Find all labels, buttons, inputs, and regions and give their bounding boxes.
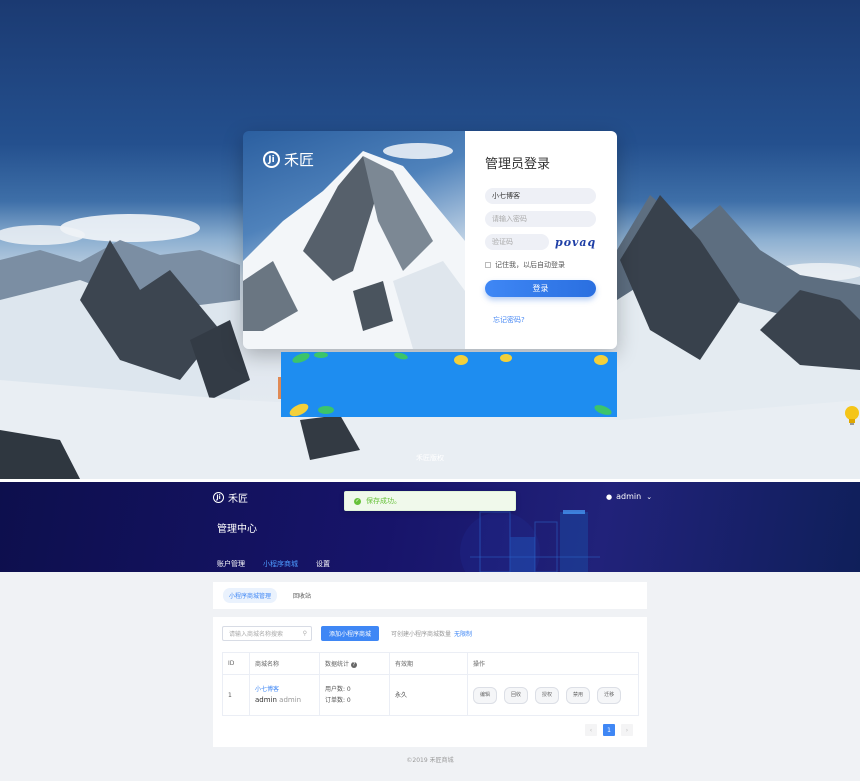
help-icon[interactable]: ? — [350, 662, 357, 668]
cell-stats: 用户数: 0 订单数: 0 — [319, 674, 390, 716]
authorize-button[interactable]: 授权 — [535, 686, 560, 704]
search-input[interactable]: 请输入商城名称搜索 ⚲ — [222, 626, 312, 641]
forgot-password-link[interactable]: 忘记密码? — [493, 315, 597, 325]
password-input[interactable] — [485, 211, 596, 227]
disable-button[interactable]: 禁用 — [566, 686, 591, 704]
mall-table: ID 商城名称 数据统计 ? 有效期 操作 1 小七博客 admin admin… — [222, 652, 639, 716]
table-row: 1 小七博客 admin admin 用户数: 0 订单数: 0 永久 编辑 回… — [222, 674, 639, 716]
table-header-row: ID 商城名称 数据统计 ? 有效期 操作 — [222, 652, 639, 675]
brand-logo: Ji 禾匠 — [263, 149, 314, 170]
col-header-actions: 操作 — [467, 652, 639, 675]
page-number-current[interactable]: 1 — [603, 724, 615, 736]
captcha-row: povaq — [485, 234, 597, 250]
ad-banner[interactable] — [281, 352, 617, 417]
quota-info: 可创建小程序商城数量 无限制 — [391, 629, 472, 638]
username-input[interactable] — [485, 188, 596, 204]
col-header-expiry: 有效期 — [389, 652, 468, 675]
main-nav: 账户管理 小程序商城 设置 — [217, 559, 348, 572]
admin-brand-name: 禾匠 — [228, 494, 248, 505]
col-header-stats: 数据统计 ? — [319, 652, 390, 675]
brand-logo-icon: Ji — [213, 492, 224, 503]
next-page-button[interactable]: › — [621, 724, 633, 736]
mall-name-link[interactable]: 小七博客 — [255, 684, 314, 695]
username: admin — [616, 492, 642, 501]
cell-expiry: 永久 — [389, 674, 468, 716]
cell-actions: 编辑 回收 授权 禁用 迁移 — [467, 674, 639, 716]
login-button[interactable]: 登录 — [485, 280, 596, 297]
quota-label: 可创建小程序商城数量 — [391, 631, 452, 638]
user-menu[interactable]: ● admin ⌄ — [606, 492, 652, 501]
login-card: Ji 禾匠 管理员登录 povaq 记住我，以后自动登录 登录 忘记密码? — [243, 131, 617, 349]
nav-item-mini-program-mall[interactable]: 小程序商城 — [263, 559, 298, 572]
mall-owner: admin admin — [255, 696, 301, 704]
nav-item-account[interactable]: 账户管理 — [217, 559, 245, 572]
user-icon: ● — [606, 492, 613, 501]
login-hero-image: Ji 禾匠 — [243, 131, 465, 349]
chevron-down-icon: ⌄ — [646, 492, 653, 501]
user-count: 用户数: 0 — [325, 686, 351, 693]
remember-checkbox[interactable] — [485, 262, 491, 268]
edit-button[interactable]: 编辑 — [473, 686, 498, 704]
page-title: 管理中心 — [217, 524, 257, 535]
login-title: 管理员登录 — [485, 157, 551, 172]
login-form: 管理员登录 povaq 记住我，以后自动登录 登录 忘记密码? — [465, 131, 617, 349]
col-header-id: ID — [222, 652, 250, 675]
login-screen: Ji 禾匠 管理员登录 povaq 记住我，以后自动登录 登录 忘记密码? — [0, 0, 860, 479]
recycle-button[interactable]: 回收 — [504, 686, 529, 704]
check-circle-icon: ✓ — [354, 497, 361, 505]
remember-label: 记住我，以后自动登录 — [495, 261, 565, 269]
quota-value: 无限制 — [454, 631, 473, 638]
captcha-image[interactable]: povaq — [555, 236, 596, 249]
remember-me[interactable]: 记住我，以后自动登录 — [485, 260, 597, 270]
prev-page-button[interactable]: ‹ — [585, 724, 597, 736]
brand-name: 禾匠 — [284, 151, 315, 169]
nav-item-settings[interactable]: 设置 — [316, 559, 330, 572]
brand-logo-icon: Ji — [263, 151, 280, 168]
cell-name: 小七博客 admin admin — [249, 674, 320, 716]
migrate-button[interactable]: 迁移 — [597, 686, 622, 704]
mall-list-panel: 请输入商城名称搜索 ⚲ 添加小程序商城 可创建小程序商城数量 无限制 ID 商城名… — [213, 617, 647, 747]
admin-brand[interactable]: Ji 禾匠 — [213, 490, 248, 505]
pagination: ‹ 1 › — [585, 724, 639, 736]
owner-name: admin — [255, 696, 277, 704]
search-icon[interactable]: ⚲ — [303, 630, 307, 637]
owner-sub: admin — [279, 696, 302, 704]
cell-id: 1 — [222, 674, 250, 716]
search-placeholder: 请输入商城名称搜索 — [229, 631, 284, 638]
order-count: 订单数: 0 — [325, 697, 351, 704]
lightbulb-icon[interactable] — [843, 405, 860, 427]
tab-mall-management[interactable]: 小程序商城管理 — [223, 588, 278, 603]
leaf-pattern-image — [289, 352, 612, 417]
sub-tabs: 小程序商城管理 回收站 — [213, 582, 647, 609]
list-toolbar: 请输入商城名称搜索 ⚲ 添加小程序商城 可创建小程序商城数量 无限制 — [222, 626, 472, 641]
tab-recycle-bin[interactable]: 回收站 — [287, 588, 317, 603]
add-mall-button[interactable]: 添加小程序商城 — [321, 626, 380, 641]
page-footer: ©2019 禾匠商城 — [406, 757, 454, 764]
col-header-name: 商城名称 — [249, 652, 320, 675]
success-toast: ✓ 保存成功。 — [344, 491, 516, 511]
login-footer: 禾匠版权 — [416, 454, 444, 462]
toast-text: 保存成功。 — [366, 497, 401, 505]
captcha-input[interactable] — [485, 234, 549, 250]
col-header-stats-label: 数据统计 — [325, 661, 350, 668]
